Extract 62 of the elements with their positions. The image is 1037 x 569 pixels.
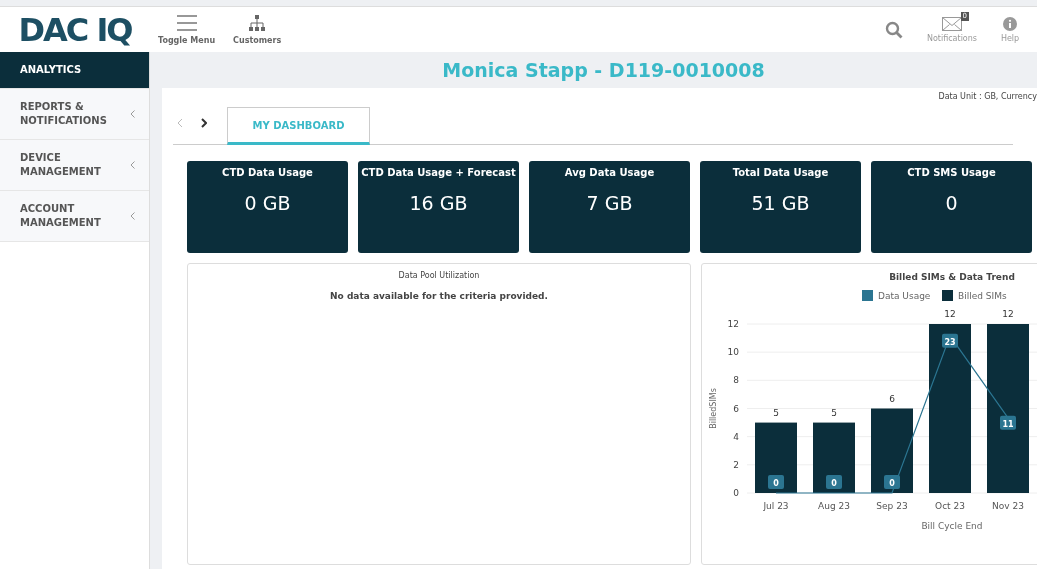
data-label: 12 [944,309,956,319]
data-unit-label: Data Unit : GB, Currency [938,92,1037,101]
kpi-title: CTD Data Usage + Forecast [361,167,516,178]
panel-title: Data Pool Utilization [398,271,480,280]
kpi-value: 0 GB [244,192,291,214]
page-title: Monica Stapp - D119-0010008 [442,59,765,81]
sidebar-item[interactable]: ACCOUNT MANAGEMENT [0,191,149,242]
axis-title: BilledSIMs [709,388,718,429]
chart-title: Billed SIMs & Data Trend [889,272,1015,282]
axis-tick-label: Oct 23 [935,501,965,511]
axis-tick-label: 12 [727,319,739,329]
kpi-title: Avg Data Usage [564,167,655,178]
data-label: 0 [884,475,900,489]
bar [755,422,797,493]
hierarchy-icon[interactable] [248,14,267,32]
axis-tick-label: Aug 23 [818,501,850,511]
kpi-value: 0 [945,192,958,214]
data-label: 12 [1002,309,1014,319]
kpi-value: 7 GB [586,192,633,214]
data-label: 0 [773,479,780,488]
axis-tick-label: 10 [727,347,739,358]
data-label: 23 [944,337,956,347]
axis-tick-label: Jul 23 [763,501,789,511]
legend-swatch [942,290,953,301]
legend-label[interactable]: Billed SIMs [958,291,1007,301]
menu-icon[interactable] [175,14,198,32]
data-label: 0 [768,475,784,489]
envelope-icon[interactable] [941,16,962,31]
empty-message: No data available for the criteria provided. [330,291,548,301]
data-label: 5 [773,407,779,418]
info-icon[interactable] [1003,16,1017,31]
toggle-menu-button[interactable]: Toggle Menu [156,12,218,47]
axis-title: Bill Cycle End [921,521,983,531]
axis-tick-label: 2 [733,459,739,470]
data-label: 0 [889,479,896,488]
customers-button[interactable]: Customers [231,12,284,47]
sidebar-item[interactable]: DEVICE MANAGEMENT [0,140,149,191]
kpi-title: CTD Data Usage [222,167,313,178]
legend-label[interactable]: Data Usage [878,291,931,301]
data-label: 0 [831,479,838,488]
data-label: 6 [889,393,895,404]
legend-swatch [862,290,873,301]
bar [813,422,855,493]
search-icon[interactable] [884,20,903,39]
data-label: 11 [1002,419,1014,429]
sidebar-item[interactable]: REPORTS & NOTIFICATIONS [0,89,149,140]
axis-tick-label: 0 [733,488,739,498]
axis-tick-label: 6 [733,403,739,414]
chevron-icon [177,118,183,128]
sidebar-item[interactable]: ANALYTICS [0,52,149,89]
kpi-value: 16 GB [409,192,468,214]
kpi-value: 51 GB [751,192,810,214]
chevron-icon [201,118,207,128]
axis-tick-label: Sep 23 [876,501,908,511]
axis-tick-label: 8 [733,375,739,386]
axis-tick-label: Nov 23 [992,501,1024,511]
data-label: 0 [826,475,842,489]
kpi-title: Total Data Usage [732,167,829,178]
axis-tick-label: 4 [733,431,739,442]
data-label: 5 [831,407,837,418]
logo: DAC IQ [18,10,132,49]
kpi-title: CTD SMS Usage [907,167,996,178]
